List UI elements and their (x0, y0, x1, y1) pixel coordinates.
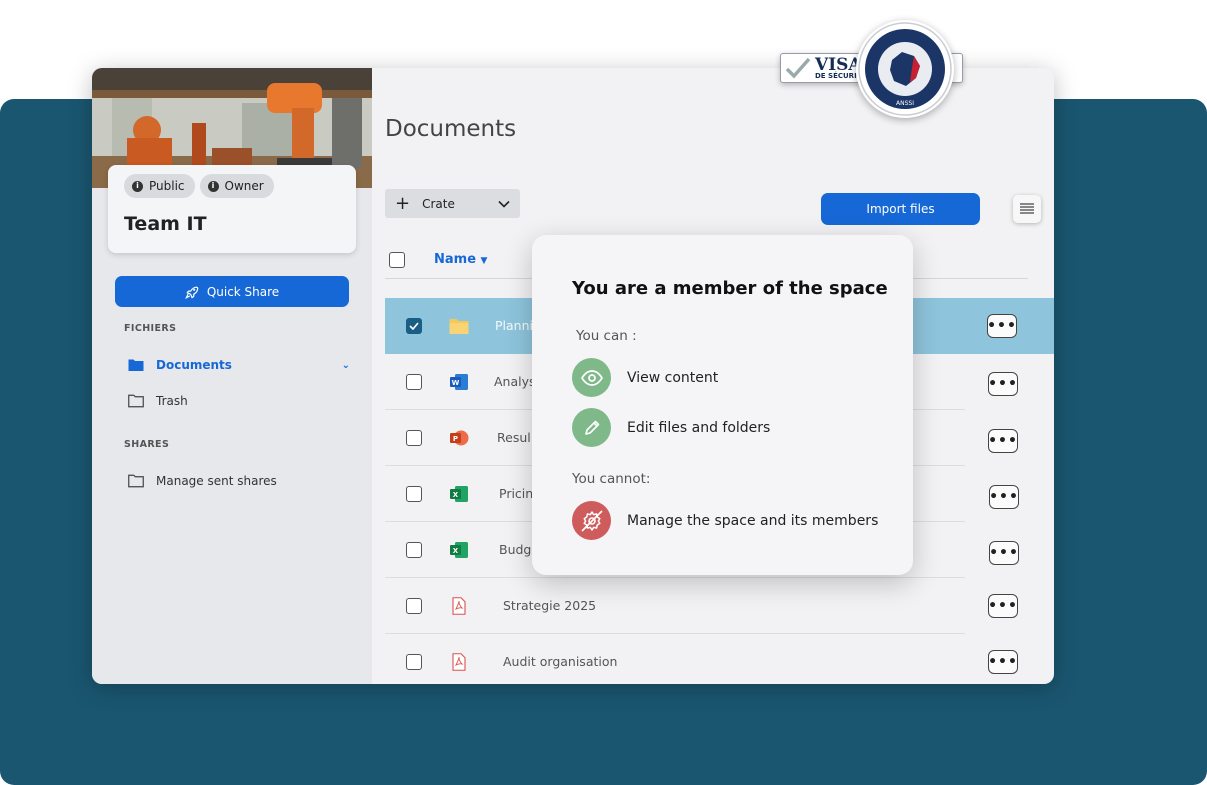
page-title: Documents (385, 116, 517, 142)
rocket-icon (184, 286, 199, 299)
files-section-label: FICHIERS (124, 323, 177, 334)
space-title: Team IT (124, 213, 207, 235)
name-column-header[interactable]: Name ▼ (434, 252, 487, 267)
create-button[interactable]: + Crate (385, 189, 520, 218)
eye-icon (572, 358, 611, 397)
table-row[interactable]: Strategie 2025 (385, 578, 965, 634)
space-card: i Public i Owner Team IT (108, 165, 356, 253)
anssi-seal: ANSSI (856, 20, 954, 118)
row-more-button[interactable]: ••• (989, 541, 1019, 565)
sidebar-item-manage-sent-shares[interactable]: Manage sent shares (128, 469, 350, 493)
list-view-toggle[interactable] (1013, 195, 1041, 223)
row-more-button[interactable]: ••• (988, 650, 1018, 674)
permission-manage-space: Manage the space and its members (572, 501, 878, 540)
row-more-button[interactable]: ••• (987, 314, 1017, 338)
folder-icon (449, 319, 469, 334)
table-row[interactable]: Audit organisation (385, 634, 965, 684)
list-icon (1020, 203, 1034, 214)
sort-down-icon: ▼ (480, 256, 488, 266)
permissions-popover: You are a member of the space You can : … (532, 235, 913, 575)
permission-label: Manage the space and its members (627, 512, 879, 529)
settings-off-icon (572, 501, 611, 540)
permission-view-content: View content (572, 358, 718, 397)
folder-icon (128, 359, 144, 371)
quick-share-label: Quick Share (206, 284, 280, 299)
seal-text: ANSSI (896, 100, 914, 107)
cannot-label: You cannot: (572, 471, 651, 487)
excel-file-icon: X (450, 486, 468, 502)
shares-section-label: SHARES (124, 439, 170, 450)
pdf-file-icon (452, 653, 466, 671)
check-icon (409, 322, 419, 330)
powerpoint-file-icon: P (450, 430, 469, 446)
quick-share-button[interactable]: Quick Share (115, 276, 349, 307)
svg-text:W: W (452, 379, 460, 387)
row-checkbox[interactable] (406, 374, 422, 390)
chevron-down-icon (498, 200, 510, 208)
row-checkbox[interactable] (406, 318, 422, 334)
sidebar-item-label: Documents (156, 358, 232, 372)
sidebar: i Public i Owner Team IT Quick Share FIC… (92, 68, 372, 684)
info-icon: i (207, 180, 219, 192)
file-name: Planni (495, 318, 533, 333)
public-badge: i Public (124, 174, 195, 198)
import-files-button[interactable]: Import files (821, 193, 980, 225)
file-name: Resul (497, 430, 531, 445)
file-name: Pricin (499, 486, 534, 501)
pdf-file-icon (452, 597, 466, 615)
word-file-icon: W (450, 374, 468, 390)
excel-file-icon: X (450, 542, 468, 558)
badge-label: Owner (224, 179, 264, 193)
row-checkbox[interactable] (406, 654, 422, 670)
svg-text:P: P (453, 435, 458, 443)
name-column-label: Name (434, 252, 477, 267)
row-checkbox[interactable] (406, 430, 422, 446)
sidebar-item-trash[interactable]: Trash (128, 389, 350, 413)
select-all-checkbox[interactable] (389, 252, 405, 268)
folder-outline-icon (128, 394, 144, 408)
row-more-button[interactable]: ••• (989, 485, 1019, 509)
row-more-button[interactable]: ••• (988, 594, 1018, 618)
security-visa-badge: VISA DE SÉCURITÉ ANSSI (780, 20, 964, 118)
file-name: Audit organisation (503, 654, 618, 669)
popover-title: You are a member of the space (572, 278, 888, 299)
file-name: Strategie 2025 (503, 598, 597, 613)
file-name: Budg (499, 542, 532, 557)
row-more-button[interactable]: ••• (988, 372, 1018, 396)
permission-label: View content (627, 369, 719, 386)
pencil-icon (572, 408, 611, 447)
sidebar-item-label: Manage sent shares (156, 474, 277, 488)
create-label: Crate (422, 196, 455, 211)
folder-outline-icon (128, 474, 144, 488)
chevron-down-icon[interactable]: ⌄ (342, 360, 350, 371)
sidebar-item-label: Trash (156, 394, 188, 408)
row-checkbox[interactable] (406, 598, 422, 614)
plus-icon: + (395, 192, 411, 214)
owner-badge: i Owner (199, 174, 274, 198)
row-more-button[interactable]: ••• (988, 429, 1018, 453)
svg-text:X: X (453, 547, 459, 555)
badge-label: Public (149, 179, 185, 193)
svg-text:X: X (453, 491, 459, 499)
row-checkbox[interactable] (406, 486, 422, 502)
file-name: Analys (494, 374, 536, 389)
permission-edit-files: Edit files and folders (572, 408, 770, 447)
can-label: You can : (576, 328, 637, 344)
info-icon: i (132, 180, 143, 192)
permission-label: Edit files and folders (627, 419, 771, 436)
checkmark-icon (785, 57, 811, 79)
row-checkbox[interactable] (406, 542, 422, 558)
sidebar-item-documents[interactable]: Documents ⌄ (128, 353, 350, 377)
